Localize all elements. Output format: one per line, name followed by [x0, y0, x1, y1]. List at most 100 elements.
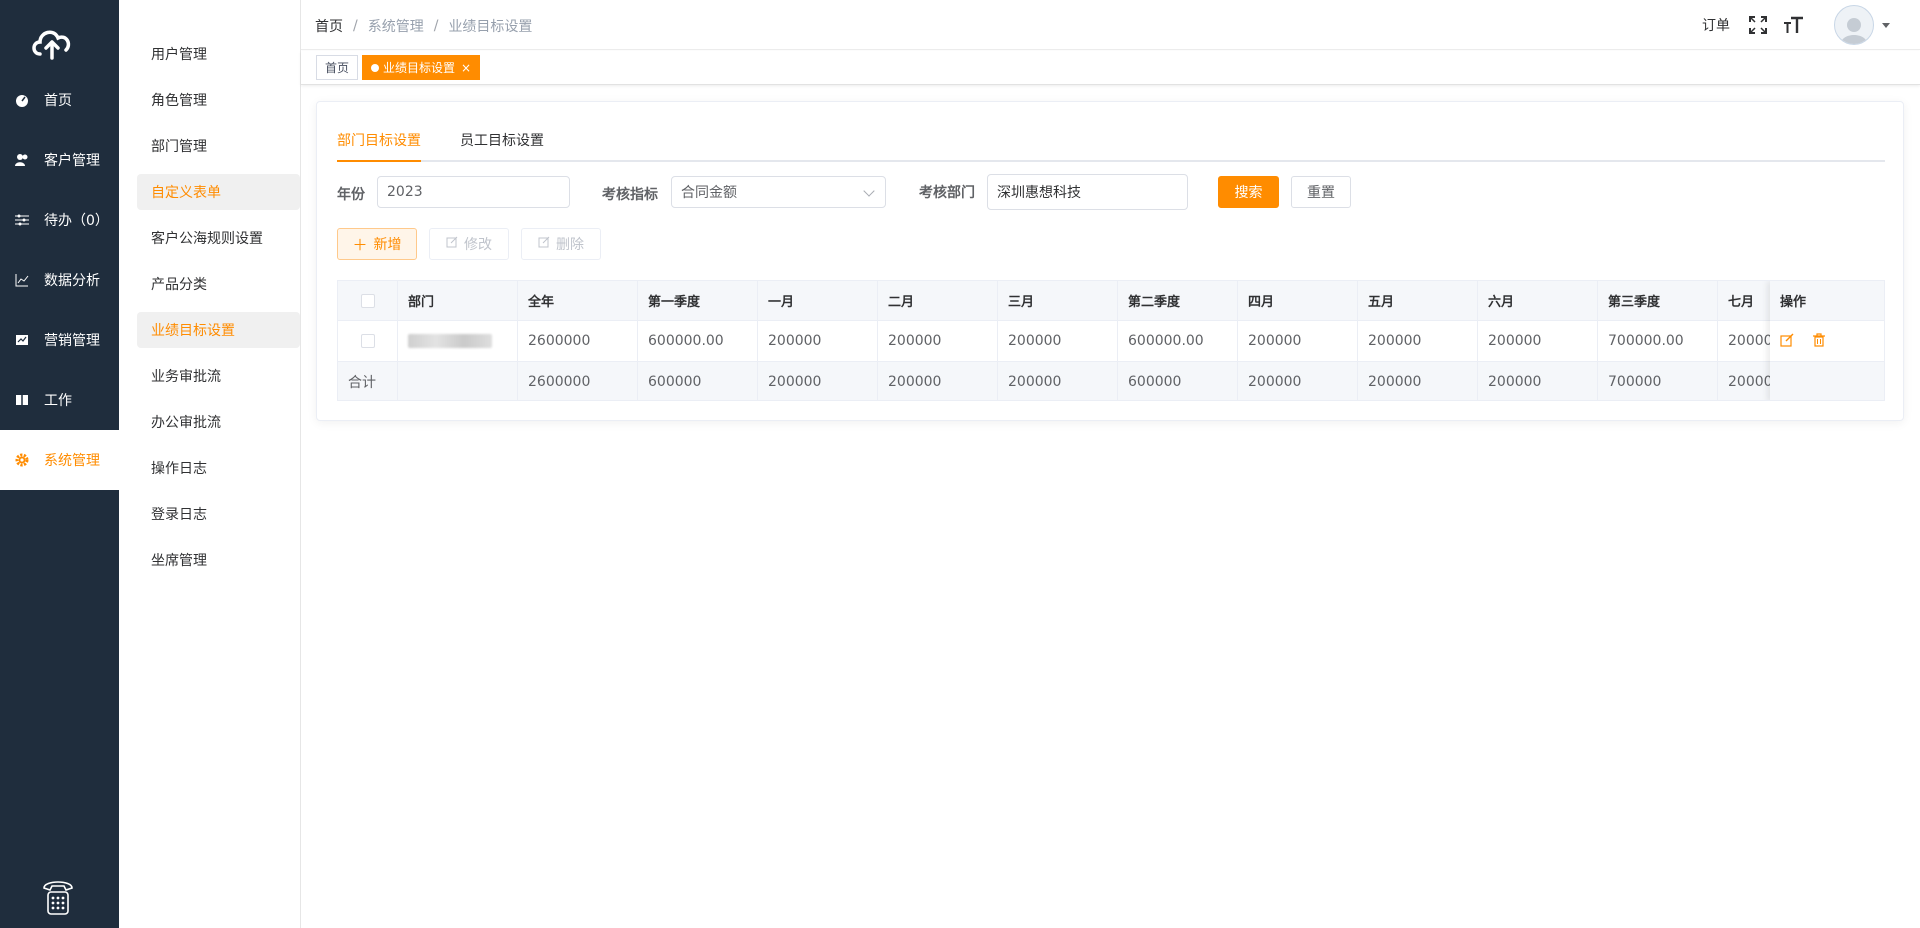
edit-icon: [446, 236, 458, 252]
nav-item-label: 数据分析: [44, 273, 100, 289]
year-label: 年份: [337, 187, 365, 203]
row-actions: [1770, 321, 1884, 362]
nav-item-customers[interactable]: 客户管理: [0, 130, 119, 190]
target-tabs: 部门目标设置 员工目标设置: [337, 126, 1885, 162]
column-header: 第三季度: [1598, 281, 1718, 320]
add-button[interactable]: ＋ 新增: [337, 228, 417, 260]
table-cell: 200000: [758, 321, 878, 361]
dashboard-icon: [14, 92, 30, 108]
summary-cell: 200000: [878, 362, 998, 400]
tag-label: 业绩目标设置: [383, 61, 456, 75]
close-icon[interactable]: ×: [461, 61, 471, 75]
table-cell: 200000: [1478, 321, 1598, 361]
delete-button[interactable]: 删除: [521, 228, 601, 260]
column-header: 二月: [878, 281, 998, 320]
year-picker[interactable]: 2023: [377, 176, 570, 208]
nav-item-work[interactable]: 工作: [0, 370, 119, 430]
submenu-item-office-approval[interactable]: 办公审批流: [137, 404, 300, 440]
submenu-item-login-log[interactable]: 登录日志: [137, 496, 300, 532]
summary-cell: 200000: [1478, 362, 1598, 400]
summary-cell: [398, 362, 518, 400]
column-header: 四月: [1238, 281, 1358, 320]
tag-performance-targets[interactable]: 业绩目标设置 ×: [362, 55, 481, 80]
edit-label: 修改: [464, 237, 492, 253]
row-checkbox[interactable]: [360, 334, 375, 348]
nav-item-system[interactable]: 系统管理: [0, 430, 119, 490]
search-button[interactable]: 搜索: [1218, 176, 1279, 208]
plus-icon: ＋: [352, 235, 368, 254]
table-cell: 200000: [878, 321, 998, 361]
column-header: 第一季度: [638, 281, 758, 320]
row-edit-icon[interactable]: [1780, 333, 1796, 349]
avatar[interactable]: [1834, 5, 1874, 45]
metric-value: 合同金额: [681, 185, 737, 201]
summary-cell: 200000: [758, 362, 878, 400]
submenu-item-performance-targets[interactable]: 业绩目标设置: [137, 312, 300, 348]
tags-view-bar: 首页 业绩目标设置 ×: [301, 51, 1920, 85]
breadcrumb-separator: /: [353, 18, 358, 34]
column-header: 部门: [398, 281, 518, 320]
column-header: 六月: [1478, 281, 1598, 320]
action-summary-empty: [1770, 362, 1884, 400]
summary-cell: 700000: [1598, 362, 1718, 400]
submenu-item-departments[interactable]: 部门管理: [137, 128, 300, 164]
customers-icon: [14, 152, 30, 168]
font-size-icon[interactable]: [1784, 15, 1804, 35]
breadcrumb-current: 业绩目标设置: [448, 19, 533, 35]
tab-department-targets[interactable]: 部门目标设置: [337, 126, 421, 162]
select-all-checkbox[interactable]: [360, 293, 375, 308]
header-actions: 订单: [1702, 0, 1890, 50]
nav-item-label: 待办（0）: [44, 213, 109, 229]
sliders-icon: [14, 212, 30, 228]
submenu-item-pool-rules[interactable]: 客户公海规则设置: [137, 220, 300, 256]
table-summary-row: 合计 2600000 600000 200000 200000 200000 6…: [338, 362, 1884, 400]
table-cell: 600000.00: [638, 321, 758, 361]
table-cell: 200000: [1358, 321, 1478, 361]
table-header-row: 部门 全年 第一季度 一月 二月 三月 第二季度 四月 五月 六月 第三季度 七…: [338, 281, 1884, 321]
submenu-item-operation-log[interactable]: 操作日志: [137, 450, 300, 486]
breadcrumb-home[interactable]: 首页: [315, 16, 343, 36]
table-cell: 200000: [1238, 321, 1358, 361]
breadcrumb-system: 系统管理: [367, 19, 424, 35]
system-submenu: 用户管理 角色管理 部门管理 自定义表单 客户公海规则设置 产品分类 业绩目标设…: [119, 0, 301, 928]
nav-item-todo[interactable]: 待办（0）: [0, 190, 119, 250]
nav-item-analytics[interactable]: 数据分析: [0, 250, 119, 310]
submenu-item-roles[interactable]: 角色管理: [137, 82, 300, 118]
column-header: 三月: [998, 281, 1118, 320]
table-cell: 200000: [998, 321, 1118, 361]
summary-cell: 200000: [1238, 362, 1358, 400]
nav-item-home[interactable]: 首页: [0, 70, 119, 130]
metric-select[interactable]: 合同金额: [671, 176, 886, 208]
main-nav: 首页 客户管理 待办（0） 数据分析 营销管理 工作 系统管理: [0, 0, 119, 928]
nav-item-marketing[interactable]: 营销管理: [0, 310, 119, 370]
edit-button[interactable]: 修改: [429, 228, 509, 260]
column-header: 全年: [518, 281, 638, 320]
submenu-item-business-approval[interactable]: 业务审批流: [137, 358, 300, 394]
top-header: 首页 / 系统管理 / 业绩目标设置 订单: [301, 0, 1920, 50]
phone-icon[interactable]: [40, 878, 76, 918]
column-header: 一月: [758, 281, 878, 320]
table-cell: 700000.00: [1598, 321, 1718, 361]
row-delete-icon[interactable]: [1812, 333, 1828, 349]
department-cell: [398, 321, 518, 361]
reset-button[interactable]: 重置: [1291, 176, 1351, 208]
dept-select[interactable]: 深圳惠想科技: [987, 174, 1188, 210]
submenu-item-custom-form[interactable]: 自定义表单: [137, 174, 300, 210]
submenu-item-product-category[interactable]: 产品分类: [137, 266, 300, 302]
action-column: 操作: [1770, 281, 1884, 400]
breadcrumb-separator: /: [433, 18, 439, 34]
tab-employee-targets[interactable]: 员工目标设置: [460, 126, 544, 162]
order-link[interactable]: 订单: [1702, 15, 1730, 35]
tag-home[interactable]: 首页: [316, 55, 359, 80]
column-header: 五月: [1358, 281, 1478, 320]
table-row: 2600000 600000.00 200000 200000 200000 6…: [338, 321, 1884, 362]
dept-value: 深圳惠想科技: [997, 185, 1081, 201]
caret-down-icon[interactable]: [1882, 22, 1890, 28]
fullscreen-icon[interactable]: [1748, 15, 1768, 35]
chevron-down-icon: [863, 185, 875, 197]
submenu-item-seats[interactable]: 坐席管理: [137, 542, 300, 578]
book-icon: [14, 392, 30, 408]
delete-label: 删除: [556, 237, 584, 253]
submenu-item-users[interactable]: 用户管理: [137, 36, 300, 72]
summary-cell: 600000: [1118, 362, 1238, 400]
